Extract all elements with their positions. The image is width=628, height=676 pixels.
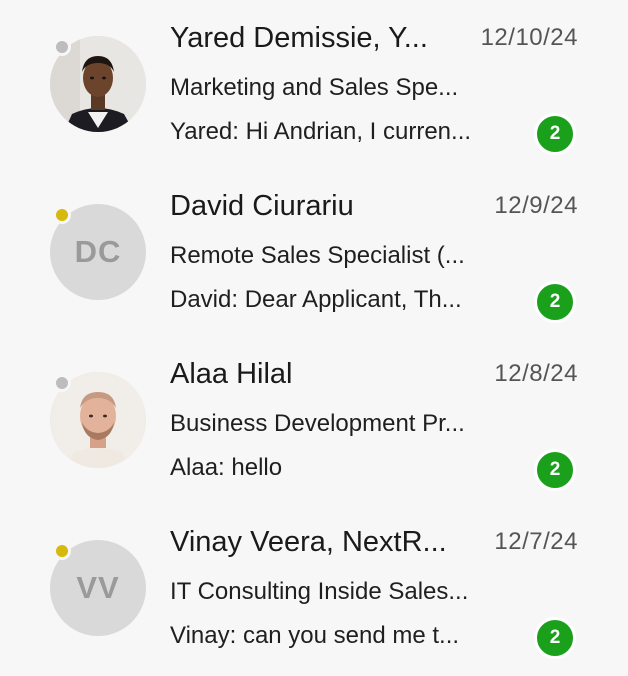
unread-count-badge: 2 xyxy=(534,449,576,491)
unread-count-badge: 2 xyxy=(534,617,576,659)
conversation-date: 12/7/24 xyxy=(494,528,578,555)
conversation-subtitle: IT Consulting Inside Sales... xyxy=(170,578,469,605)
conversation-name: Yared Demissie, Y... xyxy=(170,22,428,54)
conversation-name: Vinay Veera, NextR... xyxy=(170,526,447,558)
conversation-name: Alaa Hilal xyxy=(170,358,293,390)
presence-indicator xyxy=(53,38,71,56)
conversation-subtitle: Marketing and Sales Spe... xyxy=(170,74,459,101)
conversation-subtitle: Business Development Pr... xyxy=(170,410,465,437)
presence-indicator xyxy=(53,542,71,560)
conversation-date: 12/9/24 xyxy=(494,192,578,219)
conversation-item[interactable]: Alaa Hilal 12/8/24 Business Development … xyxy=(0,336,628,504)
unread-count-badge: 2 xyxy=(534,281,576,323)
conversation-item[interactable]: Yared Demissie, Y... 12/10/24 Marketing … xyxy=(0,0,628,168)
unread-count-badge: 2 xyxy=(534,113,576,155)
presence-indicator xyxy=(53,374,71,392)
presence-indicator xyxy=(53,206,71,224)
message-preview: David: Dear Applicant, Th... xyxy=(170,286,462,313)
message-preview: Yared: Hi Andrian, I curren... xyxy=(170,118,472,145)
conversation-name: David Ciurariu xyxy=(170,190,354,222)
conversation-subtitle: Remote Sales Specialist (... xyxy=(170,242,465,269)
conversation-item[interactable]: DC David Ciurariu 12/9/24 Remote Sales S… xyxy=(0,168,628,336)
message-preview: Vinay: can you send me t... xyxy=(170,622,460,649)
conversation-item[interactable]: VV Vinay Veera, NextR... 12/7/24 IT Cons… xyxy=(0,504,628,672)
conversation-date: 12/8/24 xyxy=(494,360,578,387)
conversation-date: 12/10/24 xyxy=(480,24,578,51)
conversation-list: Yared Demissie, Y... 12/10/24 Marketing … xyxy=(0,0,628,676)
message-preview: Alaa: hello xyxy=(170,454,283,481)
